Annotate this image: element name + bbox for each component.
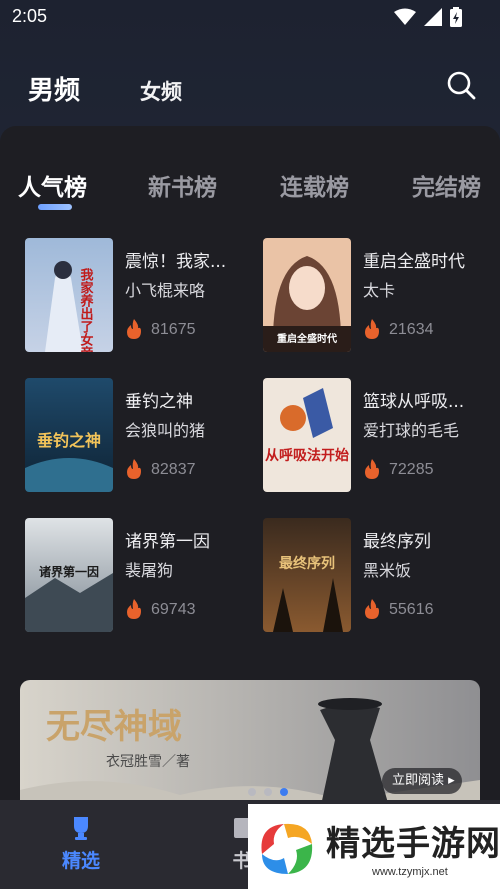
book-author: 太卡 bbox=[363, 281, 396, 300]
nav-featured[interactable]: 精选 bbox=[62, 814, 100, 873]
ranking-panel: 人气榜 新书榜 连载榜 完结榜 我家养出了女帝王朝 震惊！我家... 小飞棍来咯… bbox=[0, 126, 500, 806]
book-cover: 垂钓之神 bbox=[25, 378, 113, 492]
fire-icon bbox=[365, 599, 379, 619]
svg-text:我家养出了女帝王朝: 我家养出了女帝王朝 bbox=[78, 267, 95, 352]
trophy-icon bbox=[74, 817, 88, 840]
fire-icon bbox=[127, 459, 141, 479]
book-title: 篮球从呼吸... bbox=[363, 392, 465, 412]
book-cover: 我家养出了女帝王朝 bbox=[25, 238, 113, 352]
book-author: 裴屠狗 bbox=[125, 561, 174, 580]
promo-banner[interactable]: 无尽神域 衣冠胜雪／著 立即阅读 ▸ bbox=[20, 680, 480, 806]
tab-male[interactable]: 男频 bbox=[28, 70, 80, 107]
book-item[interactable]: 从呼吸法开始 篮球从呼吸... 爱打球的毛毛 72285 bbox=[263, 378, 500, 494]
book-item[interactable]: 诸界第一因 诸界第一因 裴屠狗 69743 bbox=[25, 518, 265, 634]
status-time: 2:05 bbox=[12, 6, 48, 26]
fire-icon bbox=[127, 599, 141, 619]
book-item[interactable]: 垂钓之神 垂钓之神 会狼叫的猪 82837 bbox=[25, 378, 265, 494]
status-icons bbox=[394, 7, 462, 27]
carousel-dot[interactable] bbox=[264, 788, 272, 796]
svg-text:从呼吸法开始: 从呼吸法开始 bbox=[265, 447, 349, 464]
book-item[interactable]: 最终序列 最终序列 黑米饭 55616 bbox=[263, 518, 500, 634]
book-cover: 从呼吸法开始 bbox=[263, 378, 351, 492]
book-title: 垂钓之神 bbox=[125, 392, 193, 412]
book-heat: 69743 bbox=[151, 601, 196, 618]
watermark-logo-icon bbox=[261, 823, 313, 874]
watermark-url: www.tzymjx.net bbox=[372, 866, 448, 878]
book-title: 最终序列 bbox=[363, 532, 431, 552]
book-author: 小飞棍来咯 bbox=[125, 281, 206, 300]
book-title: 诸界第一因 bbox=[125, 532, 210, 552]
carousel-dot-active[interactable] bbox=[280, 788, 288, 796]
search-icon[interactable] bbox=[446, 70, 476, 100]
book-cover: 最终序列 bbox=[263, 518, 351, 632]
banner-author: 衣冠胜雪／著 bbox=[106, 754, 190, 770]
svg-text:最终序列: 最终序列 bbox=[279, 555, 335, 572]
tab-serializing[interactable]: 连载榜 bbox=[280, 168, 349, 202]
book-author: 黑米饭 bbox=[363, 561, 412, 580]
book-cover: 诸界第一因 bbox=[25, 518, 113, 632]
book-item[interactable]: 我家养出了女帝王朝 震惊！我家... 小飞棍来咯 81675 bbox=[25, 238, 265, 354]
fire-icon bbox=[365, 319, 379, 339]
book-author: 会狼叫的猪 bbox=[125, 421, 206, 440]
book-heat: 81675 bbox=[151, 321, 196, 338]
active-tab-indicator bbox=[38, 204, 72, 210]
signal-icon bbox=[424, 8, 442, 26]
svg-text:垂钓之神: 垂钓之神 bbox=[37, 431, 101, 450]
status-bar: 2:05 bbox=[0, 0, 500, 34]
watermark-text: 精选手游网 bbox=[326, 824, 500, 864]
book-cover: 重启全盛时代 bbox=[263, 238, 351, 352]
book-title: 重启全盛时代 bbox=[363, 252, 465, 272]
svg-text:重启全盛时代: 重启全盛时代 bbox=[277, 332, 337, 345]
book-heat: 82837 bbox=[151, 461, 196, 478]
banner-title: 无尽神域 bbox=[46, 707, 182, 747]
book-author: 爱打球的毛毛 bbox=[363, 421, 460, 440]
read-now-button[interactable]: 立即阅读 ▸ bbox=[382, 768, 462, 794]
battery-icon bbox=[450, 7, 462, 27]
watermark: 精选手游网 www.tzymjx.net bbox=[248, 804, 500, 889]
carousel-dot[interactable] bbox=[248, 788, 256, 796]
book-heat: 72285 bbox=[389, 461, 434, 478]
tab-female[interactable]: 女频 bbox=[140, 76, 182, 106]
book-title: 震惊！我家... bbox=[125, 252, 227, 272]
svg-text:诸界第一因: 诸界第一因 bbox=[39, 564, 99, 579]
book-heat: 21634 bbox=[389, 321, 434, 338]
fire-icon bbox=[365, 459, 379, 479]
wifi-icon bbox=[394, 8, 416, 25]
tab-popular[interactable]: 人气榜 bbox=[18, 168, 87, 202]
book-heat: 55616 bbox=[389, 601, 434, 618]
book-item[interactable]: 重启全盛时代 重启全盛时代 太卡 21634 bbox=[263, 238, 500, 354]
fire-icon bbox=[127, 319, 141, 339]
tab-completed[interactable]: 完结榜 bbox=[412, 168, 481, 202]
tab-new-books[interactable]: 新书榜 bbox=[148, 168, 217, 202]
nav-label: 精选 bbox=[62, 850, 101, 872]
carousel-dots bbox=[248, 788, 288, 796]
